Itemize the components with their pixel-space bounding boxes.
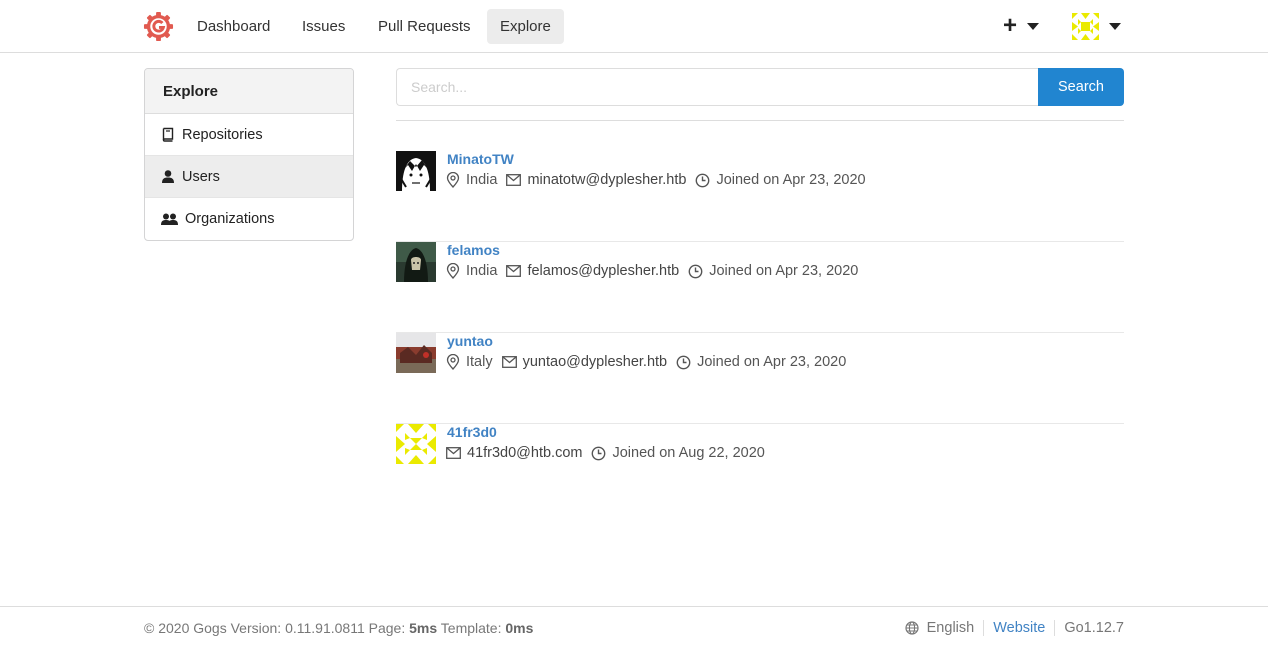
- sidebar-item-label: Users: [182, 168, 220, 185]
- nav-dashboard[interactable]: Dashboard: [184, 9, 283, 44]
- mail-icon: [446, 447, 461, 459]
- footer-links: English Website Go1.12.7: [896, 620, 1124, 636]
- user-location: India: [466, 263, 498, 279]
- user-icon: [162, 170, 174, 183]
- footer-version-info: © 2020 Gogs Version: 0.11.91.0811 Page: …: [144, 620, 533, 636]
- clock-icon: [676, 355, 691, 369]
- user-meta: India minatotw@dyplesher.htb Joined on A…: [446, 172, 875, 188]
- user-joined: Joined on Apr 23, 2020: [709, 263, 859, 279]
- create-new-dropdown[interactable]: +: [1003, 12, 1040, 40]
- user-avatar[interactable]: [396, 333, 436, 373]
- footer-template-time: 0ms: [505, 620, 534, 636]
- user-avatar[interactable]: [396, 151, 436, 191]
- mail-icon: [506, 265, 522, 277]
- top-navbar: Dashboard Issues Pull Requests Explore +: [0, 0, 1268, 53]
- user-avatar[interactable]: [396, 424, 436, 464]
- location-pin-icon: [446, 263, 460, 279]
- sidebar-item-users[interactable]: Users: [145, 156, 353, 198]
- user-email-link[interactable]: minatotw@dyplesher.htb: [527, 172, 686, 188]
- location-pin-icon: [446, 354, 460, 370]
- user-location: India: [466, 172, 498, 188]
- user-list-item: 41fr3d0 41fr3d0@htb.com Joined on Aug 22…: [396, 424, 1124, 515]
- caret-down-icon: [1027, 22, 1040, 30]
- user-meta: India felamos@dyplesher.htb Joined on Ap…: [446, 263, 867, 279]
- clock-icon: [592, 446, 606, 460]
- plus-icon: +: [1003, 12, 1018, 39]
- user-email-link[interactable]: felamos@dyplesher.htb: [527, 263, 679, 279]
- user-name-link[interactable]: 41fr3d0: [447, 424, 497, 440]
- clock-icon: [696, 173, 710, 187]
- user-menu-dropdown[interactable]: [1072, 12, 1121, 40]
- sidebar-item-repositories[interactable]: Repositories: [145, 114, 353, 156]
- language-label: English: [926, 620, 975, 636]
- gogs-logo-icon[interactable]: [143, 11, 174, 42]
- user-email-link[interactable]: 41fr3d0@htb.com: [467, 445, 582, 461]
- user-list-item: yuntao Italy yuntao@dyplesher.htb Joined…: [396, 333, 1124, 424]
- user-meta: 41fr3d0@htb.com Joined on Aug 22, 2020: [446, 445, 774, 461]
- nav-issues[interactable]: Issues: [289, 9, 358, 44]
- footer-copyright: © 2020 Gogs Version: 0.11.91.0811 Page:: [144, 620, 406, 636]
- user-list-item: felamos India felamos@dyplesher.htb Join…: [396, 242, 1124, 333]
- sidebar-item-label: Organizations: [185, 211, 275, 227]
- user-avatar[interactable]: [396, 242, 436, 282]
- page-footer: © 2020 Gogs Version: 0.11.91.0811 Page: …: [0, 606, 1268, 646]
- repo-book-icon: [162, 127, 174, 142]
- footer-template-label: Template:: [440, 620, 502, 636]
- globe-icon: [905, 621, 919, 635]
- user-email-link[interactable]: yuntao@dyplesher.htb: [523, 354, 668, 370]
- user-joined: Joined on Apr 23, 2020: [716, 172, 866, 188]
- user-list-item: MinatoTW India minatotw@dyplesher.htb Jo…: [396, 151, 1124, 242]
- search-button[interactable]: Search: [1038, 68, 1124, 106]
- caret-down-icon: [1109, 22, 1121, 30]
- language-selector[interactable]: English: [896, 620, 984, 636]
- nav-pull-requests[interactable]: Pull Requests: [365, 9, 484, 44]
- user-name-link[interactable]: yuntao: [447, 333, 493, 349]
- user-location: Italy: [466, 354, 493, 370]
- user-joined: Joined on Aug 22, 2020: [612, 445, 765, 461]
- search-input[interactable]: [396, 68, 1039, 106]
- user-name-link[interactable]: felamos: [447, 242, 500, 258]
- sidebar-item-label: Repositories: [182, 126, 263, 143]
- organization-icon: [161, 213, 178, 225]
- mail-icon: [501, 356, 517, 368]
- clock-icon: [688, 264, 703, 278]
- user-avatar-icon: [1072, 12, 1099, 40]
- user-name-link[interactable]: MinatoTW: [447, 151, 514, 167]
- user-joined: Joined on Apr 23, 2020: [697, 354, 847, 370]
- mail-icon: [506, 174, 522, 186]
- divider: [396, 120, 1124, 121]
- sidebar-item-organizations[interactable]: Organizations: [145, 198, 353, 240]
- sidebar-title: Explore: [145, 69, 353, 114]
- explore-sidebar: Explore Repositories Users Organizations: [144, 68, 354, 241]
- location-pin-icon: [446, 172, 460, 188]
- footer-page-time: 5ms: [409, 620, 438, 636]
- website-link[interactable]: Website: [993, 620, 1045, 636]
- nav-explore[interactable]: Explore: [487, 9, 564, 44]
- go-version: Go1.12.7: [1054, 620, 1124, 636]
- user-meta: Italy yuntao@dyplesher.htb Joined on Apr…: [446, 354, 855, 370]
